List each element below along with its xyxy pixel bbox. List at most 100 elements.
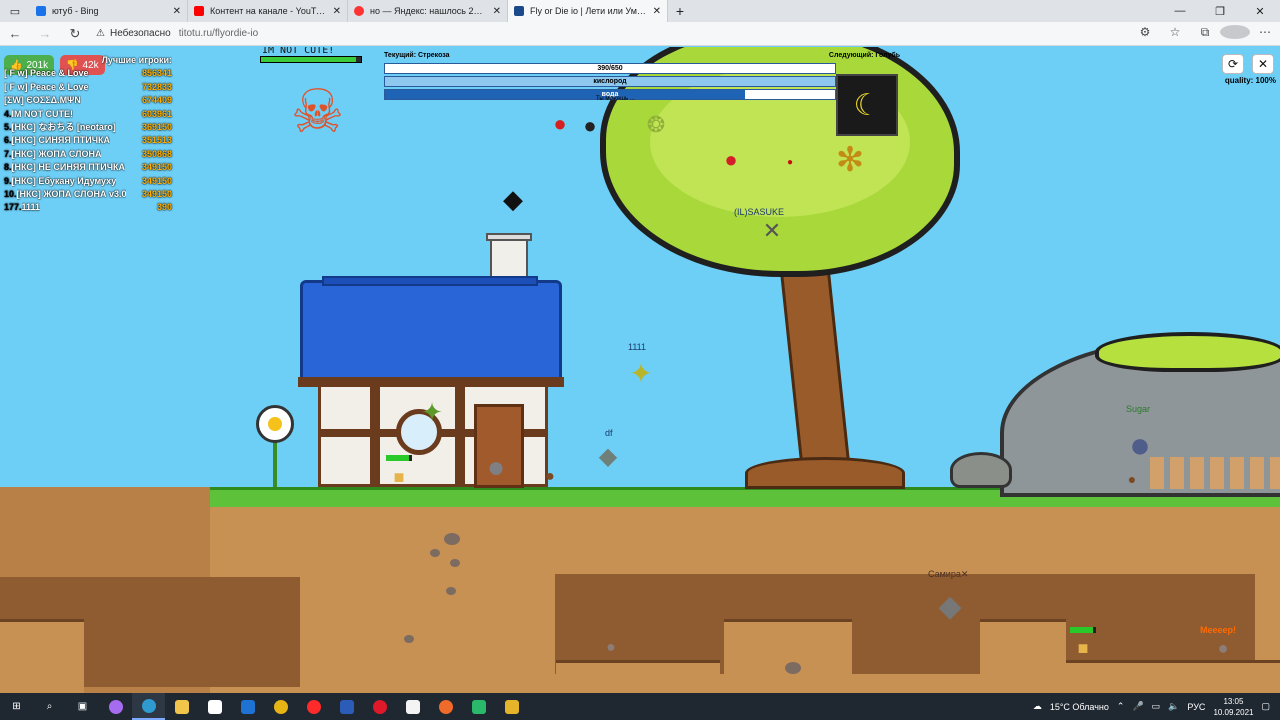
leaderboard-score: 349150	[141, 188, 172, 199]
restore-icon[interactable]: ❐	[1200, 5, 1240, 18]
underground-tunnel	[555, 574, 1255, 674]
browser-tab-strip: ▭ ютуб - Bing ✕ Контент на канале - YouT…	[0, 0, 1280, 22]
edge-icon[interactable]	[132, 693, 165, 720]
close-tab-icon[interactable]: ✕	[173, 6, 181, 17]
browser-tab-active[interactable]: Fly or Die io | Лети или Умри ис ✕	[508, 0, 668, 22]
close-tab-icon[interactable]: ✕	[493, 6, 501, 17]
close-window-icon[interactable]: ✕	[1240, 5, 1280, 18]
npc-health-bar	[386, 455, 412, 461]
dragonfly-player-icon: ✦	[421, 397, 443, 427]
next-animal-preview: ☾	[836, 74, 898, 136]
dragonfly-icon: ✦	[629, 358, 653, 389]
obs-icon[interactable]	[462, 693, 495, 720]
task-view-icon[interactable]: ▣	[66, 693, 99, 720]
leaderboard-player-name: [НКС] СИНЯЯ ПТИЧКА	[11, 135, 111, 146]
next-animal-label: Следующий: Голубь	[828, 52, 900, 59]
weather-text[interactable]: 15°C Облачно	[1050, 702, 1109, 712]
dirt-ledge	[556, 660, 720, 693]
chrome-icon[interactable]	[264, 693, 297, 720]
search-icon[interactable]: ⌕	[33, 693, 66, 720]
house-roof	[300, 280, 562, 380]
leaderboard-player-name: 1111	[21, 202, 41, 213]
word-icon[interactable]	[330, 693, 363, 720]
house-chimney	[490, 235, 528, 279]
leaderboard-rank: 8.	[4, 162, 12, 173]
browser-tab[interactable]: ютуб - Bing ✕	[30, 0, 188, 22]
leaderboard-score: 350868	[141, 148, 172, 159]
dirt-ledge	[724, 619, 852, 693]
collections-icon[interactable]: ⧉	[1190, 25, 1220, 42]
current-animal-label: Текущий: Стрекоза	[384, 52, 450, 59]
leaderboard-row: 8. [НКС] НЕ СИНЯЯ ПТИЧКА 349150	[4, 161, 172, 174]
tray-chevron-icon[interactable]: ⌃	[1117, 701, 1125, 712]
wasp-icon: ✻	[835, 141, 865, 179]
poop-food-icon: ●	[1127, 471, 1137, 487]
close-game-button[interactable]: ✕	[1252, 54, 1274, 74]
volume-icon[interactable]: 🔈	[1168, 701, 1179, 712]
chimney-cap	[486, 233, 532, 241]
file-explorer-icon[interactable]	[165, 693, 198, 720]
leaderboard-row: 7. [НКС] ЖОПА СЛОНА 350868	[4, 148, 172, 161]
file-icon[interactable]	[396, 693, 429, 720]
clock[interactable]: 13:05 10.09.2021	[1213, 696, 1253, 718]
forward-icon[interactable]: →	[30, 26, 60, 41]
player-name-samira: Самира✕	[928, 569, 969, 579]
windows-taskbar: ⊞ ⌕ ▣ ☁ 15°C Облачно ⌃ 🎤 ▭ 🔈 РУС 13:05 1…	[0, 693, 1280, 720]
minimize-icon[interactable]: —	[1160, 5, 1200, 18]
favorites-icon[interactable]: ☆	[1160, 25, 1190, 42]
stone	[446, 587, 456, 595]
yandex-browser-icon[interactable]	[297, 693, 330, 720]
leaderboard-player-name: [ F w] Peace & Love	[4, 81, 89, 92]
leaderboard-row: 4. IM NOT CUTE! 603961	[4, 108, 172, 121]
flyordie-icon	[514, 6, 524, 16]
close-tab-icon[interactable]: ✕	[653, 6, 661, 17]
leaderboard-row: 6. [НКС] СИНЯЯ ПТИЧКА 351513	[4, 134, 172, 147]
address-bar: ← → ↻ ⚠ Небезопасно titotu.ru/flyordie-i…	[0, 22, 1280, 46]
pigeon-icon: ◆	[938, 590, 962, 623]
bread-food-icon: ■	[393, 467, 405, 487]
oxygen-bar: кислород	[384, 76, 836, 87]
back-icon[interactable]: ←	[0, 26, 30, 41]
game-canvas[interactable]: ☠ ◆ ● ● ❂ ● ✻ ✕ ✦ ✦ ◆ ● ● ■ ● ● ◆ ● ● ■ …	[0, 47, 1280, 693]
tab-title: Контент на канале - YouTube Stu	[210, 6, 327, 16]
tab-title: но — Яндекс: нашлось 28 млн р	[370, 6, 487, 16]
leaderboard-row: [ F w] Peace & Love 732833	[4, 81, 172, 94]
browser-tab[interactable]: Контент на канале - YouTube Stu ✕	[188, 0, 348, 22]
record-icon[interactable]	[429, 693, 462, 720]
close-tab-icon[interactable]: ✕	[333, 6, 341, 17]
yandex-icon	[354, 6, 364, 16]
window-menu-icon[interactable]: ▭	[0, 0, 30, 22]
clock-date: 10.09.2021	[1213, 707, 1254, 717]
leaderboard-player-name: [НКС] ЖОПА СЛОНА	[11, 148, 102, 159]
fly-icon: ●	[583, 113, 597, 138]
url-field[interactable]: ⚠ Небезопасно titotu.ru/flyordie-io	[96, 28, 1130, 39]
leaderboard-title: Лучшие игроки:	[101, 55, 172, 65]
new-tab-button[interactable]: +	[668, 3, 692, 19]
extension-icon[interactable]: ⚙	[1130, 25, 1160, 42]
refresh-game-button[interactable]: ⟳	[1222, 54, 1244, 74]
cortana-icon[interactable]	[99, 693, 132, 720]
profile-icon[interactable]	[1220, 25, 1250, 42]
more-menu-icon[interactable]: ⋯	[1250, 25, 1280, 42]
stone	[444, 533, 460, 545]
leaderboard-row: [ΣW] ЄОΣΣΔ.ΜΨΝ 674409	[4, 94, 172, 107]
leaderboard-score: 732833	[141, 81, 172, 92]
mouse-icon: ●	[1217, 638, 1229, 658]
battery-icon[interactable]: ▭	[1152, 701, 1161, 712]
roof-beam	[298, 377, 564, 387]
microphone-icon[interactable]: 🎤	[1132, 701, 1143, 712]
opera-icon[interactable]	[363, 693, 396, 720]
weather-icon[interactable]: ☁	[1033, 701, 1042, 712]
player-health-fill	[261, 57, 356, 62]
store-icon[interactable]	[198, 693, 231, 720]
language-indicator[interactable]: РУС	[1187, 702, 1205, 712]
leaderboard-player-name: [НКС] ЖОПА СЛОНА v3.0	[16, 188, 127, 199]
reload-icon[interactable]: ↻	[60, 26, 90, 42]
stone	[450, 559, 460, 567]
browser-tab[interactable]: но — Яндекс: нашлось 28 млн р ✕	[348, 0, 508, 22]
game-app-icon[interactable]	[495, 693, 528, 720]
boulder	[950, 452, 1012, 488]
mail-icon[interactable]	[231, 693, 264, 720]
notifications-icon[interactable]: ▢	[1261, 701, 1270, 712]
start-icon[interactable]: ⊞	[0, 693, 33, 720]
